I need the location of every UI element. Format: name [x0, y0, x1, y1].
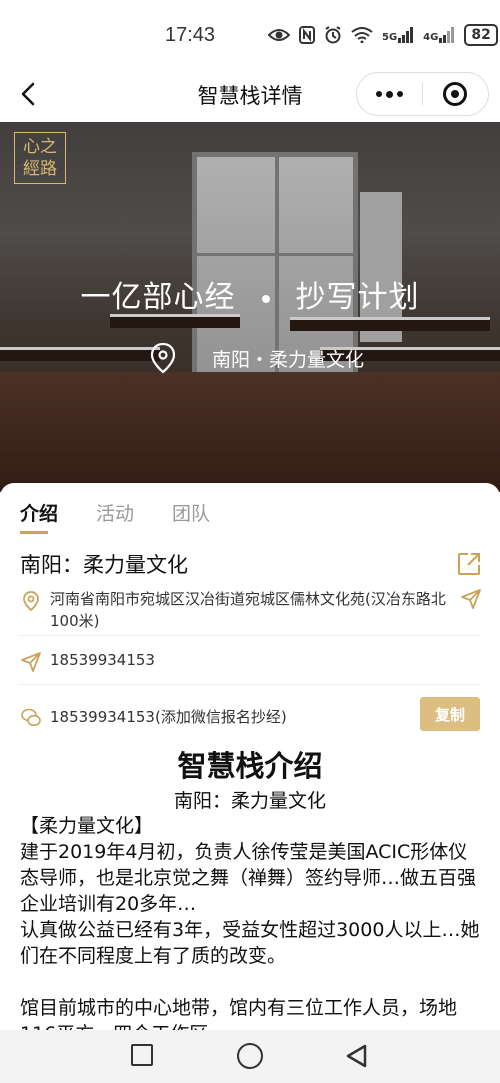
- status-icons: 5G 4G 82: [268, 24, 498, 46]
- phone-send-icon: [21, 652, 41, 672]
- more-dot-icon: [386, 90, 393, 98]
- intro-title: 智慧栈介绍: [177, 749, 323, 783]
- banner-location-text: 南阳・柔力量文化: [212, 348, 365, 371]
- intro-subtitle: 南阳：柔力量文化: [173, 790, 326, 812]
- system-back-icon[interactable]: [344, 1043, 370, 1069]
- more-dot-icon: [397, 91, 403, 97]
- close-mini-program-button[interactable]: [423, 73, 488, 115]
- intro-paragraph: 【柔力量文化】: [20, 815, 154, 837]
- phone-number: 18539934153: [50, 651, 155, 669]
- system-navigation-bar: [0, 1030, 500, 1083]
- tab-activities[interactable]: 活动: [96, 499, 134, 534]
- banner-headline-right: 抄写计划: [295, 280, 420, 315]
- tab-intro[interactable]: 介绍: [20, 499, 58, 534]
- detail-card: 介绍 活动 团队 南阳：柔力量文化 河南省南阳市宛城区汉冶街道宛城区儒林文化苑(…: [0, 483, 500, 1033]
- target-icon: [443, 82, 468, 106]
- banner-headline: 一亿部心经 抄写计划: [0, 272, 500, 316]
- external-link-icon[interactable]: [456, 551, 482, 577]
- battery-indicator: 82: [464, 24, 498, 46]
- network-4g-label: 4G: [423, 32, 439, 43]
- signal-4g-icon: 4G: [423, 27, 455, 43]
- status-time: 17:43: [165, 24, 216, 46]
- home-icon[interactable]: [237, 1043, 263, 1069]
- location-pin-icon: [150, 342, 176, 374]
- nav-bar: 智慧栈详情: [0, 68, 500, 122]
- wechat-text: 18539934153(添加微信报名抄经): [50, 708, 287, 726]
- wechat-icon: [21, 708, 41, 727]
- navigate-icon[interactable]: [460, 588, 482, 610]
- wechat-row: 18539934153(添加微信报名抄经) 复制: [20, 697, 480, 737]
- more-menu-button[interactable]: [357, 73, 422, 115]
- wifi-icon: [351, 27, 373, 43]
- intro-paragraph: 认真做公益已经有3年，受益女性超过3000人以上…她们在不同程度上有了质的改变。: [20, 919, 480, 967]
- tab-bar: 介绍 活动 团队: [20, 499, 210, 534]
- address-text: 河南省南阳市宛城区汉冶街道宛城区儒林文化苑(汉冶东路北100米): [50, 590, 446, 630]
- intro-paragraph: 馆目前城市的中心地带，馆内有三位工作人员，场地116平方，四个工作区。: [20, 997, 458, 1033]
- network-5g-label: 5G: [382, 32, 398, 43]
- banner-headline-left: 一亿部心经: [80, 280, 236, 315]
- mini-program-capsule: [356, 72, 489, 116]
- venue-name: 南阳：柔力量文化: [20, 553, 188, 577]
- eye-icon: [268, 29, 290, 41]
- brand-logo: 心之 經路: [14, 132, 66, 184]
- more-dot-icon: [376, 91, 382, 97]
- headline-separator-dot: [261, 294, 270, 303]
- nfc-icon: [299, 26, 315, 44]
- phone-row[interactable]: 18539934153: [20, 649, 480, 685]
- back-arrow-icon[interactable]: [14, 78, 44, 110]
- intro-paragraph: 建于2019年4月初，负责人徐传莹是美国ACIC形体仪态导师，也是北京觉之舞（禅…: [20, 841, 477, 915]
- tab-team[interactable]: 团队: [172, 499, 210, 534]
- alarm-icon: [325, 26, 341, 44]
- intro-body: 【柔力量文化】 建于2019年4月初，负责人徐传莹是美国ACIC形体仪态导师，也…: [20, 813, 486, 1033]
- recent-apps-icon[interactable]: [131, 1044, 153, 1066]
- location-pin-icon: [23, 591, 39, 612]
- copy-button[interactable]: 复制: [420, 697, 480, 731]
- status-bar: 17:43 5G 4G 82: [0, 0, 500, 68]
- banner-image: 心之 經路 一亿部心经 抄写计划 南阳・柔力量文化: [0, 122, 500, 492]
- banner-location: 南阳・柔力量文化: [150, 342, 364, 374]
- address-row: 河南省南阳市宛城区汉冶街道宛城区儒林文化苑(汉冶东路北100米): [20, 588, 482, 636]
- signal-5g-icon: 5G: [382, 27, 414, 43]
